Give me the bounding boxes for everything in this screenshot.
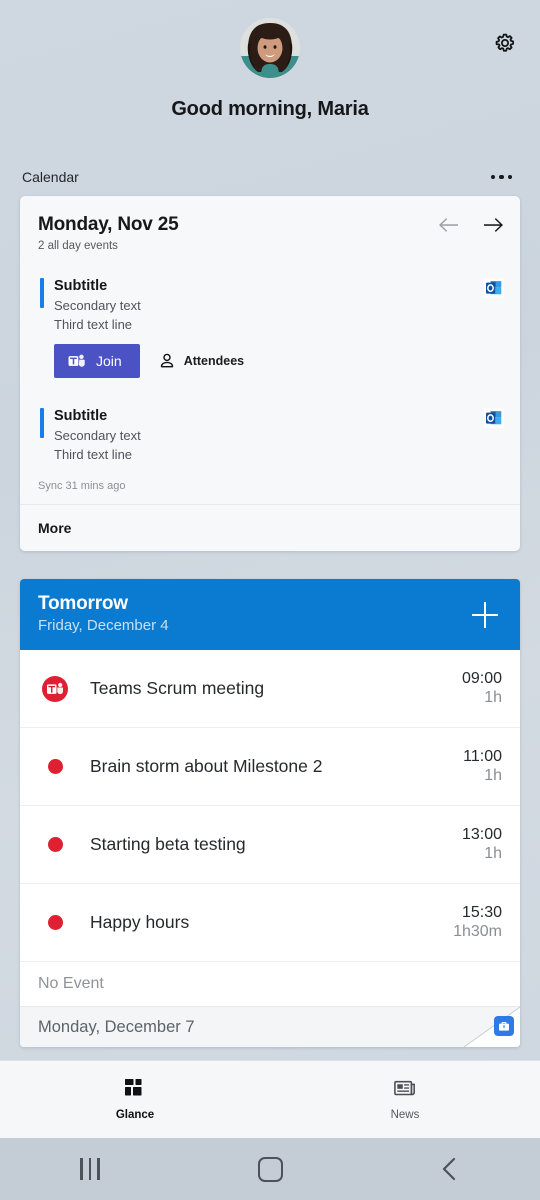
recents-button[interactable] (0, 1158, 180, 1180)
sync-status: Sync 31 mins ago (38, 480, 126, 492)
agenda-event-time: 09:00 (461, 670, 502, 687)
briefcase-icon (499, 1022, 509, 1031)
agenda-event-duration: 1h (484, 845, 502, 862)
event-body: Subtitle Secondary text Third text line (38, 278, 502, 332)
event-third-text: Third text line (54, 447, 133, 462)
tab-glance-label: Glance (115, 1109, 155, 1121)
outlook-icon (484, 278, 504, 298)
event-title: Subtitle (54, 278, 108, 294)
calendar-summary: 2 all day events (38, 240, 118, 252)
page-header: Good morning, Maria (0, 0, 540, 140)
recents-icon (80, 1158, 100, 1180)
red-dot-icon (47, 915, 63, 930)
home-button[interactable] (180, 1156, 360, 1182)
event-color-bar (40, 408, 44, 438)
back-button[interactable] (360, 1156, 540, 1182)
agenda-event-name: Brain storm about Milestone 2 (90, 756, 323, 776)
tab-news[interactable]: News (270, 1061, 540, 1138)
avatar[interactable] (240, 18, 300, 78)
agenda-event-time: 11:00 (463, 748, 502, 765)
event-secondary-text: Secondary text (54, 298, 141, 313)
add-event-button[interactable] (468, 598, 502, 632)
calendar-date: Monday, Nov 25 (38, 214, 179, 235)
arrow-left-icon (439, 218, 458, 232)
grid-icon (125, 1079, 142, 1096)
no-event-row: No Event (20, 962, 520, 1007)
settings-button[interactable] (488, 26, 522, 60)
agenda-event-name: Starting beta testing (90, 834, 246, 854)
teams-circle-icon (42, 675, 68, 702)
agenda-row[interactable]: Brain storm about Milestone 2 11:00 1h (20, 728, 520, 806)
teams-icon (68, 354, 85, 367)
agenda-event-duration: 1h (484, 767, 502, 784)
page-title: Good morning, Maria (171, 98, 369, 120)
agenda-event-time: 15:30 (461, 904, 502, 921)
prev-day-button[interactable] (436, 212, 462, 238)
outlook-icon (484, 408, 504, 428)
tab-news-label: News (390, 1109, 420, 1121)
tomorrow-title: Tomorrow (38, 593, 128, 614)
event-source-icon-wrap (484, 408, 504, 433)
agenda-marker (38, 675, 72, 702)
back-icon (442, 1157, 456, 1181)
event-actions: Join Attendees (38, 344, 502, 378)
work-account-badge (494, 1016, 514, 1036)
agenda-event-duration: 1h30m (453, 923, 502, 940)
event-body: Subtitle Secondary text Third text line (38, 408, 502, 462)
join-button[interactable]: Join (54, 344, 140, 378)
calendar-card-header: Monday, Nov 25 2 all day events (20, 196, 520, 258)
calendar-section-header: Calendar (0, 162, 540, 192)
join-label: Join (96, 353, 122, 369)
gear-icon (495, 33, 514, 52)
event-third-text: Third text line (54, 317, 133, 332)
overflow-menu-button[interactable] (485, 169, 519, 186)
tomorrow-card-header: Tomorrow Friday, December 4 (20, 579, 520, 650)
event-source-icon-wrap (484, 278, 504, 303)
arrow-right-icon (484, 218, 503, 232)
agenda-row[interactable]: Happy hours 15:30 1h30m (20, 884, 520, 962)
bottom-navigation: Glance News (0, 1060, 540, 1138)
home-icon (257, 1156, 283, 1182)
event-secondary-text: Secondary text (54, 428, 141, 443)
ellipsis-icon (507, 174, 512, 180)
agenda-times: 09:00 1h (462, 670, 502, 707)
section-label: Calendar (22, 169, 79, 185)
ellipsis-icon (499, 174, 504, 180)
agenda-marker (38, 915, 72, 930)
next-day-button[interactable] (480, 212, 506, 238)
agenda-times: 15:30 1h30m (453, 904, 502, 941)
event-title: Subtitle (54, 408, 108, 424)
agenda-event-time: 13:00 (461, 826, 502, 843)
agenda-times: 13:00 1h (462, 826, 502, 863)
next-day-row[interactable]: Monday, December 7 (20, 1007, 520, 1047)
person-icon (160, 353, 173, 368)
agenda-event-name: Happy hours (90, 912, 190, 932)
calendar-card: Monday, Nov 25 2 all day events Subtitle… (20, 196, 520, 551)
attendees-button[interactable]: Attendees (160, 353, 244, 369)
calendar-nav (436, 212, 506, 238)
agenda-row[interactable]: Teams Scrum meeting 09:00 1h (20, 650, 520, 728)
tomorrow-subtitle: Friday, December 4 (38, 617, 169, 634)
calendar-event[interactable]: Subtitle Secondary text Third text line (20, 396, 520, 466)
red-dot-icon (47, 759, 63, 774)
agenda-event-name: Teams Scrum meeting (90, 678, 265, 698)
user-avatar-photo (240, 18, 300, 78)
system-navigation-bar (0, 1138, 540, 1200)
tab-glance[interactable]: Glance (0, 1061, 270, 1138)
attendees-label: Attendees (183, 354, 245, 368)
red-dot-icon (47, 837, 63, 852)
agenda-event-duration: 1h (484, 689, 502, 706)
agenda-marker (38, 837, 72, 852)
newspaper-icon (394, 1080, 415, 1096)
agenda-row[interactable]: Starting beta testing 13:00 1h (20, 806, 520, 884)
calendar-event[interactable]: Subtitle Secondary text Third text line … (20, 266, 520, 382)
ellipsis-icon (490, 174, 495, 180)
more-button[interactable]: More (20, 504, 520, 551)
tomorrow-card: Tomorrow Friday, December 4 Teams Scrum … (20, 579, 520, 1047)
agenda-marker (38, 759, 72, 774)
event-color-bar (40, 278, 44, 308)
next-day-label: Monday, December 7 (38, 1017, 195, 1036)
agenda-times: 11:00 1h (463, 748, 502, 785)
